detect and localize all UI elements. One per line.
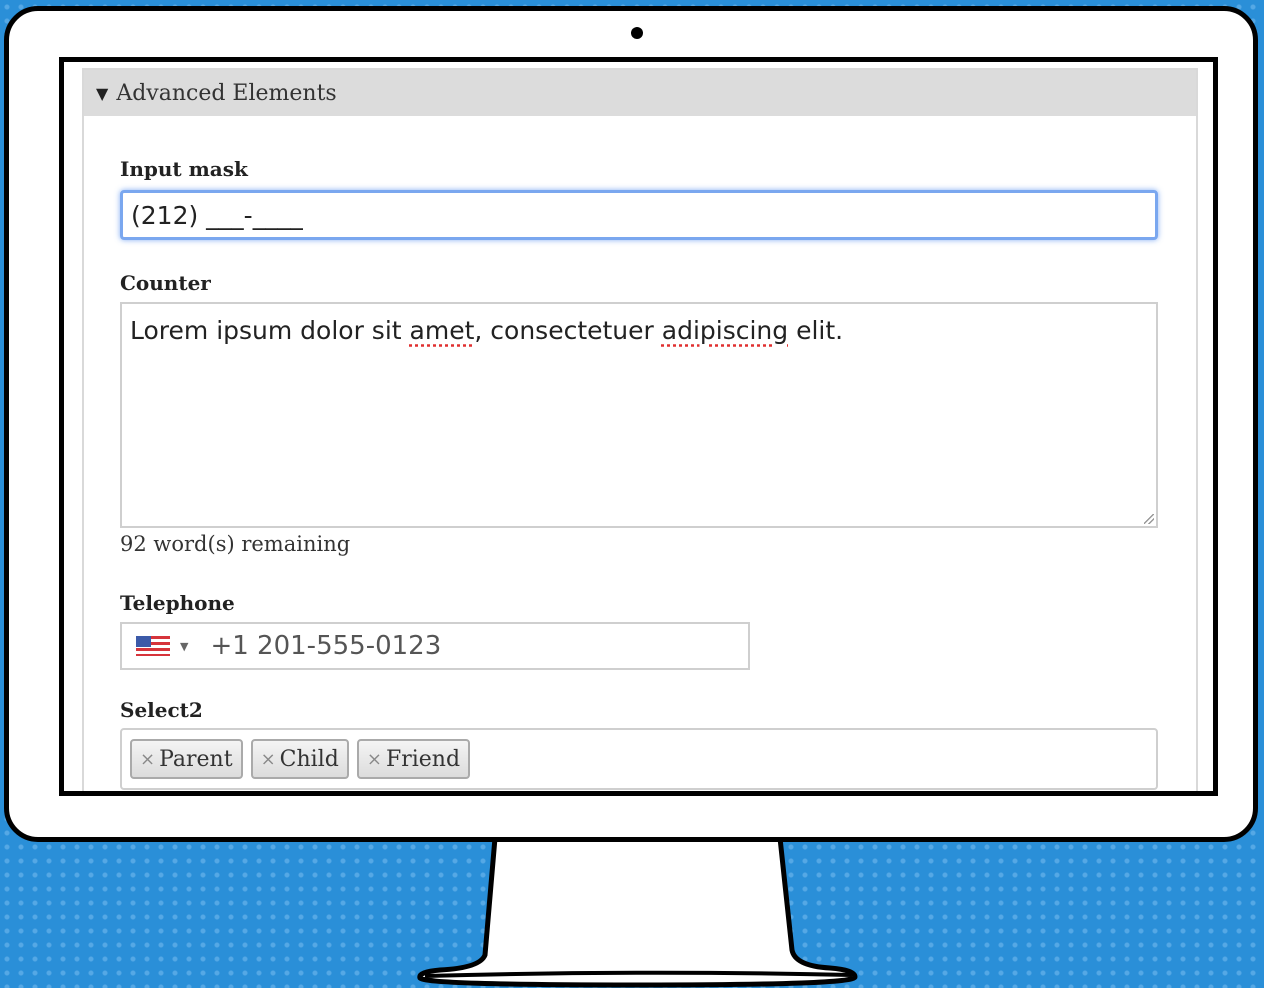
tag-label: Friend xyxy=(385,746,461,772)
close-icon[interactable]: × xyxy=(367,749,382,770)
tag-parent[interactable]: × Parent xyxy=(130,739,243,779)
camera-icon xyxy=(631,27,643,39)
panel-header[interactable]: ▼ Advanced Elements xyxy=(84,70,1196,116)
telephone-label: Telephone xyxy=(120,591,235,615)
counter-text-3: elit. xyxy=(788,316,844,345)
telephone-field[interactable]: ▼ +1 201-555-0123 xyxy=(120,622,750,670)
counter-text-2: , consectetuer xyxy=(474,316,662,345)
tag-friend[interactable]: × Friend xyxy=(356,739,471,779)
screen: ▼ Advanced Elements Input mask (212) ___… xyxy=(59,57,1218,796)
counter-misspelled-1: amet xyxy=(409,316,475,345)
triangle-down-icon: ▼ xyxy=(96,83,109,103)
select2-label: Select2 xyxy=(120,698,203,722)
counter-label: Counter xyxy=(120,271,211,295)
counter-misspelled-2: adipiscing xyxy=(661,316,789,345)
chevron-down-icon[interactable]: ▼ xyxy=(180,640,188,653)
us-flag-icon[interactable] xyxy=(136,636,170,656)
resize-handle-icon[interactable] xyxy=(1144,514,1154,524)
tag-label: Child xyxy=(279,746,339,772)
telephone-placeholder: +1 201-555-0123 xyxy=(210,631,442,661)
panel-title: Advanced Elements xyxy=(116,80,337,106)
counter-text-1: Lorem ipsum dolor sit xyxy=(130,316,410,345)
counter-textarea[interactable]: Lorem ipsum dolor sit amet, consectetuer… xyxy=(120,302,1158,528)
input-mask-field[interactable]: (212) ___-____ xyxy=(120,190,1158,240)
close-icon[interactable]: × xyxy=(261,749,276,770)
close-icon[interactable]: × xyxy=(140,749,155,770)
input-mask-label: Input mask xyxy=(120,157,248,181)
select2-field[interactable]: × Parent × Child × Friend xyxy=(120,728,1158,790)
word-counter-status: 92 word(s) remaining xyxy=(120,532,351,556)
tag-label: Parent xyxy=(159,746,233,772)
advanced-elements-panel: ▼ Advanced Elements Input mask (212) ___… xyxy=(82,68,1198,791)
tag-child[interactable]: × Child xyxy=(250,739,349,779)
